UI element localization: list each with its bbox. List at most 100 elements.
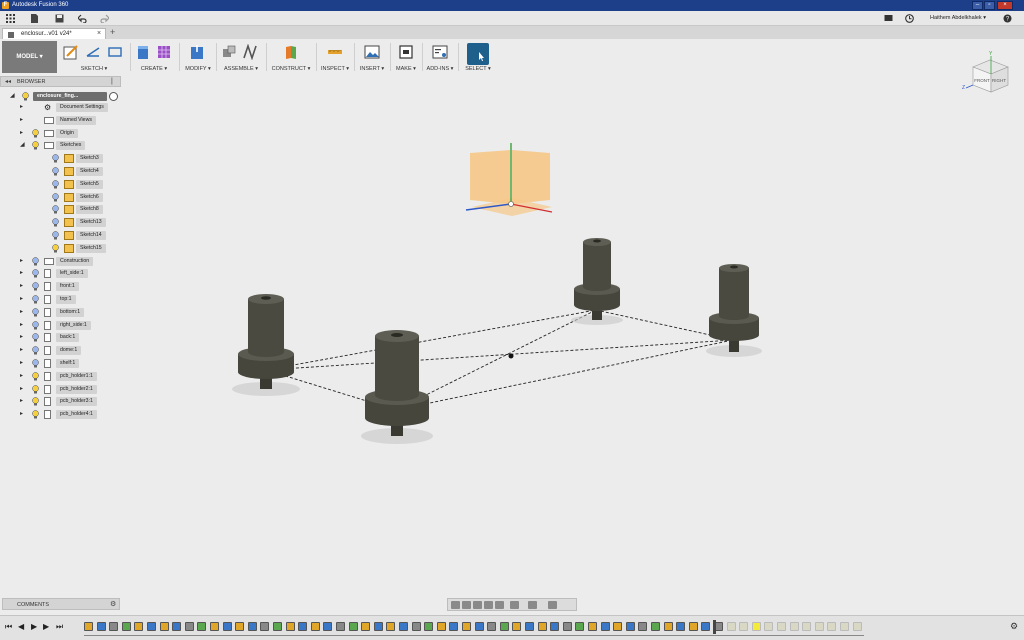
browser-pin-icon[interactable]: |	[111, 78, 113, 85]
browser-tree-item[interactable]: ▸ Named Views	[0, 115, 121, 126]
visibility-bulb-icon[interactable]	[52, 231, 59, 240]
expand-arrow-icon[interactable]: ▸	[20, 360, 26, 366]
expand-arrow-icon[interactable]: ▸	[20, 283, 26, 289]
insert-image-icon[interactable]	[364, 44, 380, 60]
timeline-feature-icon[interactable]	[310, 622, 320, 631]
press-pull-icon[interactable]	[189, 44, 205, 60]
timeline-feature-icon[interactable]	[676, 622, 686, 631]
timeline-feature-icon[interactable]	[777, 622, 786, 631]
visibility-bulb-icon[interactable]	[32, 295, 39, 304]
document-tab[interactable]: enclosur...v01 v24* ×	[2, 28, 106, 39]
browser-tree-item[interactable]: ▸ dome:1	[0, 345, 121, 356]
timeline-start-icon[interactable]: ⏮	[5, 622, 12, 632]
timeline-feature-icon[interactable]	[373, 622, 383, 631]
close-window-button[interactable]: ×	[997, 1, 1013, 10]
rectangle-icon[interactable]	[107, 44, 123, 60]
browser-tree-item[interactable]: Sketch15	[0, 243, 121, 254]
expand-arrow-icon[interactable]: ▸	[20, 386, 26, 392]
browser-tree-item[interactable]: ▸ right_side:1	[0, 320, 121, 331]
joint-icon[interactable]	[242, 44, 258, 60]
inspect-group[interactable]: INSPECT ▾	[318, 41, 352, 73]
timeline-feature-icon[interactable]	[739, 622, 749, 631]
scripts-icon[interactable]	[432, 44, 448, 60]
visibility-bulb-icon[interactable]	[32, 384, 39, 394]
visibility-bulb-icon[interactable]	[52, 244, 59, 253]
pcb-holder-2[interactable]	[361, 330, 433, 444]
browser-tree-item[interactable]: ▸ pcb_holder2:1	[0, 384, 121, 395]
visibility-bulb-icon[interactable]	[22, 92, 29, 101]
visibility-bulb-icon[interactable]	[52, 218, 59, 227]
timeline-end-icon[interactable]: ⏭	[56, 622, 63, 632]
app-grid-icon[interactable]	[6, 14, 15, 23]
file-menu-icon[interactable]	[30, 14, 39, 23]
timeline-feature-icon[interactable]	[651, 622, 660, 631]
pcb-holder-4[interactable]	[706, 264, 762, 357]
activate-component-icon[interactable]	[109, 92, 118, 101]
timeline-feature-icon[interactable]	[386, 622, 396, 631]
orbit-icon[interactable]	[451, 601, 460, 609]
select-group[interactable]: SELECT ▾	[461, 41, 495, 73]
timeline-feature-icon[interactable]	[424, 622, 434, 631]
expand-arrow-icon[interactable]: ▸	[20, 130, 26, 136]
workspace-switcher[interactable]: MODEL ▾	[2, 41, 57, 73]
viewports-icon[interactable]	[548, 601, 557, 609]
expand-arrow-icon[interactable]: ▸	[20, 334, 26, 340]
visibility-bulb-icon[interactable]	[32, 256, 39, 266]
timeline-feature-icon[interactable]	[462, 622, 471, 631]
visibility-bulb-icon[interactable]	[32, 333, 39, 342]
expand-arrow-icon[interactable]: ▸	[20, 309, 26, 315]
timeline-feature-icon[interactable]	[449, 622, 459, 631]
create-sketch-icon[interactable]	[63, 44, 79, 60]
browser-tree-item[interactable]: Sketch6	[0, 192, 121, 203]
timeline-feature-icon[interactable]	[764, 622, 774, 631]
fit-icon[interactable]	[495, 601, 504, 609]
grid-settings-icon[interactable]	[528, 601, 537, 609]
timeline-feature-icon[interactable]	[802, 622, 812, 631]
visibility-bulb-icon[interactable]	[52, 154, 59, 163]
browser-root-component[interactable]: ◢ enclosure_fing...	[0, 91, 121, 102]
timeline-feature-icon[interactable]	[550, 622, 560, 631]
pcb-holder-3[interactable]	[571, 238, 623, 325]
extrude-icon[interactable]	[135, 44, 151, 60]
timeline-feature-icon[interactable]	[222, 622, 232, 631]
maximize-button[interactable]: ▫	[984, 1, 995, 10]
close-tab-icon[interactable]: ×	[97, 30, 101, 37]
insert-group[interactable]: INSERT ▾	[356, 41, 388, 73]
browser-tree-item[interactable]: ▸ left_side:1	[0, 268, 121, 279]
timeline-feature-icon[interactable]	[84, 622, 93, 631]
timeline-feature-icon[interactable]	[852, 622, 862, 631]
timeline-feature-icon[interactable]	[147, 622, 156, 631]
zoom-icon[interactable]	[484, 601, 493, 609]
save-icon[interactable]	[55, 14, 64, 23]
timeline-feature-icon[interactable]	[701, 622, 711, 631]
browser-tree-item[interactable]: Sketch8	[0, 204, 121, 215]
select-cursor-icon[interactable]	[470, 46, 486, 62]
3d-viewport-canvas[interactable]	[121, 76, 1024, 598]
timeline-feature-icon[interactable]	[600, 622, 610, 631]
expand-arrow-icon[interactable]: ▸	[20, 411, 26, 417]
timeline-feature-icon[interactable]	[512, 622, 522, 631]
timeline-feature-icon[interactable]	[613, 622, 623, 631]
timeline-feature-icon[interactable]	[247, 622, 257, 631]
timeline-feature-icon[interactable]	[235, 622, 245, 631]
browser-tree-item[interactable]: ▸ Construction	[0, 256, 121, 267]
visibility-bulb-icon[interactable]	[32, 397, 39, 406]
visibility-bulb-icon[interactable]	[52, 180, 59, 189]
timeline-feature-icon[interactable]	[285, 622, 295, 631]
browser-tree-item[interactable]: ▸ pcb_holder3:1	[0, 396, 121, 407]
timeline-feature-icon[interactable]	[474, 622, 484, 631]
construct-group[interactable]: CONSTRUCT ▾	[268, 41, 314, 73]
timeline-feature-icon[interactable]	[625, 622, 635, 631]
timeline-feature-icon[interactable]	[789, 622, 799, 631]
job-status-icon[interactable]	[905, 14, 914, 23]
expand-arrow-icon[interactable]: ▸	[20, 296, 26, 302]
new-tab-icon[interactable]: +	[110, 27, 115, 37]
timeline-feature-icon[interactable]	[348, 622, 358, 631]
timeline-feature-icon[interactable]	[663, 622, 673, 631]
measure-icon[interactable]	[327, 44, 343, 60]
help-icon[interactable]: ?	[1003, 14, 1012, 23]
line-icon[interactable]	[85, 44, 101, 60]
timeline-forward-icon[interactable]: ▶	[43, 622, 49, 631]
timeline-feature-icon[interactable]	[537, 622, 547, 631]
timeline-feature-icon[interactable]	[260, 622, 270, 631]
